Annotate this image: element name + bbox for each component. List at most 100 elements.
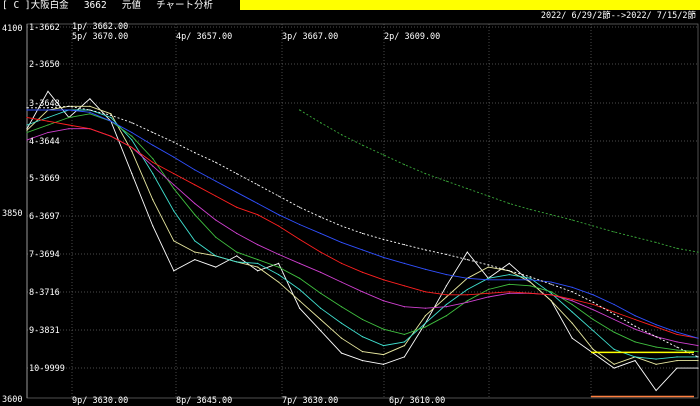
data-point: [236, 191, 238, 193]
data-point: [382, 279, 385, 281]
data-point: [236, 206, 238, 208]
top-annotation: 3p/ 3667.00: [282, 32, 338, 42]
data-point: [382, 345, 385, 347]
data-point: [278, 262, 280, 264]
data-point: [382, 256, 385, 258]
data-point: [152, 225, 154, 227]
data-point: [403, 262, 406, 264]
data-point: [194, 259, 196, 261]
data-point: [215, 236, 217, 238]
data-point: [613, 311, 615, 313]
data-point: [571, 219, 573, 221]
data-point: [676, 356, 678, 358]
data-point: [550, 281, 552, 283]
data-point: [89, 98, 91, 100]
data-point: [173, 184, 175, 186]
data-point: [319, 232, 322, 235]
data-point: [403, 285, 406, 287]
data-point: [445, 180, 447, 182]
data-point: [508, 283, 510, 285]
data-point: [424, 291, 427, 293]
data-point: [173, 270, 175, 272]
data-point: [319, 292, 322, 294]
data-point: [26, 129, 28, 131]
data-point: [257, 214, 259, 216]
data-point: [529, 277, 531, 279]
data-point: [257, 266, 259, 268]
data-point: [47, 120, 49, 122]
data-point: [613, 331, 615, 333]
row-label: 6-3697: [29, 212, 60, 222]
data-point: [47, 109, 49, 111]
chart-canvas: 4100 3850 3600 1-3662 2-3650 3-3648 4-3644 5-36…: [2, 22, 699, 406]
bottom-annotation: 6p/ 3610.00: [389, 396, 445, 406]
data-point: [278, 273, 280, 276]
plot-frame: [26, 23, 699, 399]
data-point: [257, 270, 259, 272]
data-point: [655, 358, 657, 360]
data-point: [466, 277, 468, 279]
data-point: [466, 187, 468, 190]
data-point: [340, 262, 343, 264]
data-point: [361, 271, 364, 273]
data-point: [424, 315, 427, 317]
data-point: [152, 131, 154, 134]
data-point: [634, 328, 636, 330]
bottom-annotation: 9p/ 3630.00: [72, 396, 128, 406]
data-point: [110, 120, 112, 122]
data-point: [487, 279, 489, 281]
data-point: [424, 249, 427, 251]
data-point: [508, 273, 510, 276]
data-point: [361, 291, 364, 293]
data-point: [655, 346, 657, 348]
data-point: [634, 360, 636, 362]
data-point: [550, 283, 552, 285]
data-point: [697, 337, 699, 339]
data-point: [592, 309, 594, 311]
data-point: [152, 173, 154, 175]
data-point: [571, 311, 573, 313]
data-point: [592, 318, 594, 321]
data-point: [340, 322, 343, 324]
data-point: [466, 259, 468, 261]
data-point: [194, 184, 196, 186]
data-point: [319, 122, 322, 124]
data-point: [257, 244, 259, 246]
data-point: [382, 300, 385, 302]
data-point: [382, 154, 385, 156]
data-point: [194, 214, 196, 216]
data-point: [47, 90, 49, 92]
data-point: [236, 261, 238, 263]
date-range: 2022/ 6/29/2節-->2022/ 7/15/2節: [540, 11, 696, 21]
data-point: [131, 146, 133, 149]
data-point: [278, 214, 280, 216]
data-point: [508, 202, 510, 205]
data-point: [592, 330, 594, 332]
data-point: [550, 300, 552, 302]
data-point: [676, 346, 678, 348]
data-point: [676, 333, 678, 336]
data-point: [613, 363, 615, 365]
data-point: [487, 264, 489, 266]
series-line: [26, 90, 698, 392]
data-point: [319, 271, 322, 273]
data-point: [361, 336, 364, 338]
data-point: [487, 292, 489, 294]
data-point: [487, 288, 489, 291]
row-label: 4-3644: [29, 137, 60, 147]
row-label: 9-3831: [29, 326, 60, 336]
data-point: [194, 251, 196, 253]
title-highlight-bar: [240, 0, 700, 10]
data-point: [403, 356, 406, 358]
data-point: [550, 291, 552, 293]
data-point: [655, 241, 657, 244]
row-label: 10-9999: [29, 364, 65, 374]
data-point: [340, 225, 343, 227]
data-point: [110, 135, 112, 137]
top-annotation: 5p/ 3670.00: [72, 32, 128, 42]
data-point: [340, 352, 343, 354]
data-point: [236, 255, 238, 257]
data-point: [110, 114, 112, 116]
series-line: [299, 109, 699, 253]
data-point: [655, 324, 657, 326]
